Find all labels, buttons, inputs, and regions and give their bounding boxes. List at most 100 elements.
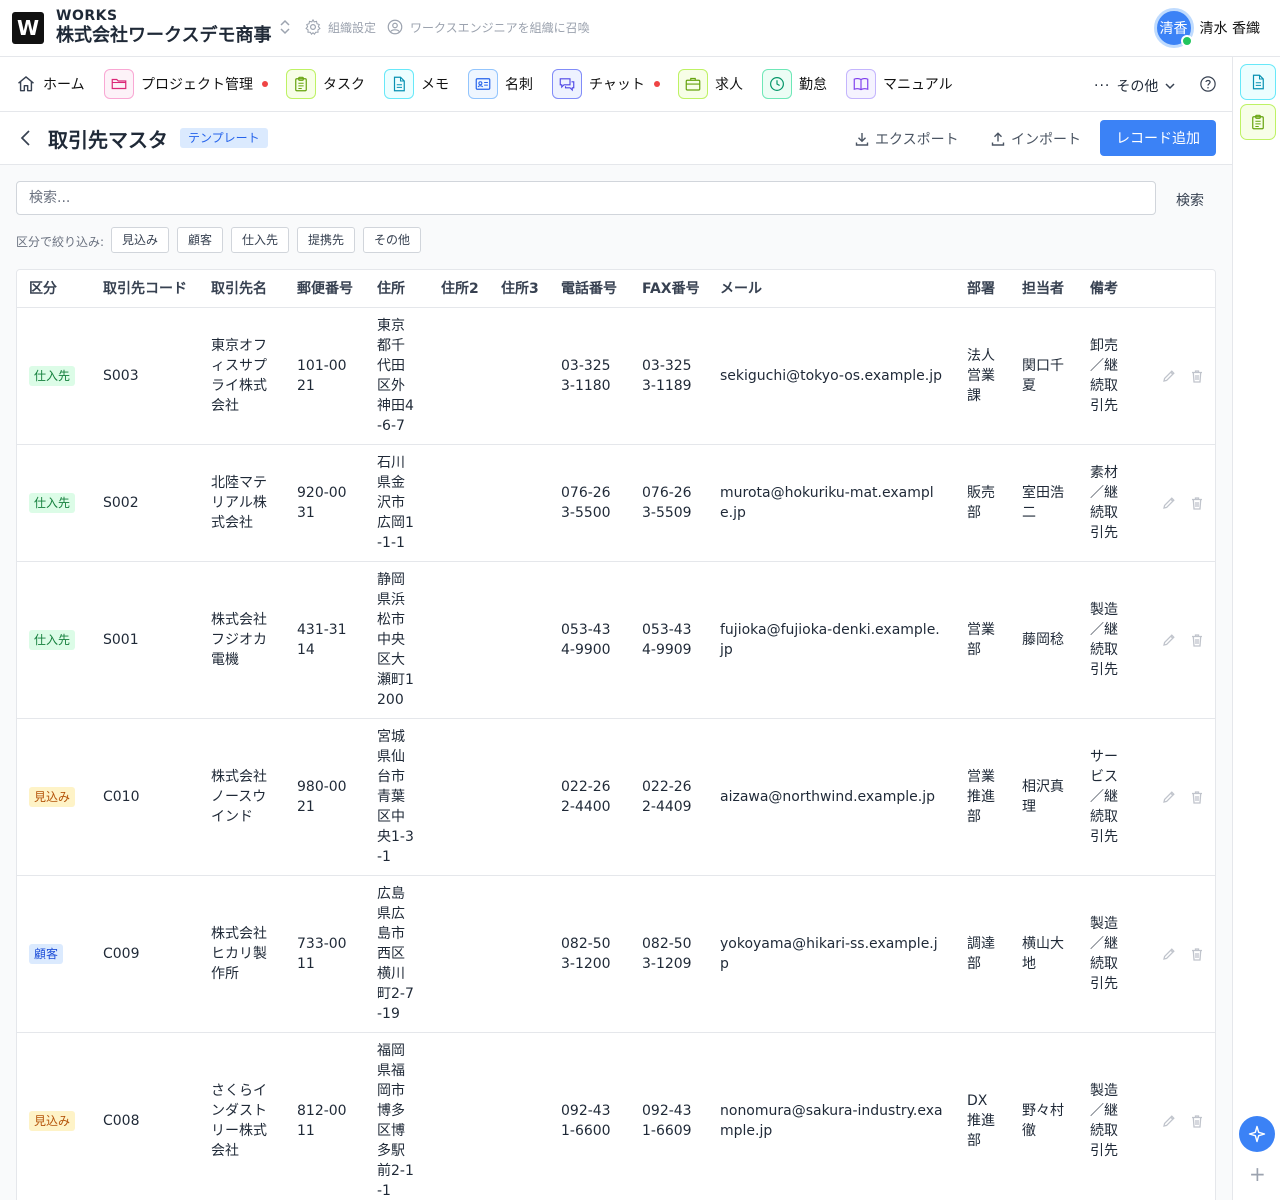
org-switcher-chevron-icon[interactable] [276,18,294,38]
col-note[interactable]: 備考 [1078,270,1136,308]
col-address2[interactable]: 住所2 [429,270,489,308]
cell-mail: murota@hokuriku-mat.example.jp [708,444,955,562]
cell-code: S001 [91,561,199,719]
page-title: 取引先マスタ [48,128,168,152]
pencil-icon[interactable] [1161,1113,1177,1129]
cell-address: 広島県広島市西区横川町2-7-19 [365,875,429,1033]
col-fax[interactable]: FAX番号 [630,270,708,308]
col-mail[interactable]: メール [708,270,955,308]
import-button[interactable]: インポート [990,129,1081,149]
trash-icon[interactable] [1189,495,1205,511]
search-input[interactable] [16,181,1156,215]
clipboard-icon [286,69,316,99]
cell-kind: 見込み [17,718,91,876]
trash-icon[interactable] [1189,946,1205,962]
cell-address2 [429,875,489,1033]
user-circle-icon [387,19,403,35]
more-dots-icon: ··· [1094,78,1111,94]
cell-code: S003 [91,307,199,445]
table-row[interactable]: 見込み C008 さくらインダストリー株式会社 812-0011 福岡県福岡市博… [17,1032,1215,1200]
filter-chip-partner[interactable]: 提携先 [297,227,356,253]
search-button[interactable]: 検索 [1176,190,1204,210]
chevron-down-icon [1165,83,1175,90]
kind-badge: 見込み [29,786,76,807]
ai-assistant-button[interactable] [1239,1116,1275,1152]
nav-project[interactable]: プロジェクト管理 [104,69,268,99]
user-menu[interactable]: 清香 清水 香織 [1153,8,1260,48]
table-row[interactable]: 仕入先 S003 東京オフィスサプライ株式会社 101-0021 東京都千代田区… [17,307,1215,445]
cell-address3 [489,1032,549,1200]
nav-memo[interactable]: メモ [384,69,449,99]
document-icon [1252,74,1264,90]
org-settings-link[interactable]: 組織設定 [304,18,376,36]
table-row[interactable]: 仕入先 S001 株式会社フジオカ電機 431-3114 静岡県浜松市中央区大瀬… [17,561,1215,719]
filter-chip-customer[interactable]: 顧客 [177,227,224,253]
table-row[interactable]: 仕入先 S002 北陸マテリアル株式会社 920-0031 石川県金沢市広岡1-… [17,444,1215,562]
nav-more-menu[interactable]: ··· その他 [1094,76,1176,96]
rail-memo-button[interactable] [1240,64,1276,100]
col-dept[interactable]: 部署 [955,270,1010,308]
col-kind[interactable]: 区分 [17,270,91,308]
col-address3[interactable]: 住所3 [489,270,549,308]
rail-task-button[interactable] [1240,104,1276,140]
add-record-button[interactable]: レコード追加 [1100,120,1216,156]
brand: WORKS 株式会社ワークスデモ商事 [56,7,271,47]
kind-badge: 見込み [29,1110,76,1131]
nav-jobs[interactable]: 求人 [678,69,743,99]
company-name[interactable]: 株式会社ワークスデモ商事 [56,25,271,47]
col-person[interactable]: 担当者 [1010,270,1078,308]
pencil-icon[interactable] [1161,789,1177,805]
avatar[interactable]: 清香 [1153,8,1194,48]
col-tel[interactable]: 電話番号 [549,270,630,308]
brand-name: WORKS [56,8,118,24]
nav-home[interactable]: ホーム [16,69,85,99]
cell-tel: 053-434-9900 [549,561,630,719]
trash-icon[interactable] [1189,368,1205,384]
pencil-icon[interactable] [1161,495,1177,511]
cell-dept: DX推進部 [955,1032,1010,1200]
nav-home-label: ホーム [43,77,85,93]
kind-badge: 顧客 [29,943,64,964]
cell-person: 室田浩二 [1010,444,1078,562]
pencil-icon[interactable] [1161,946,1177,962]
cell-person: 野々村徹 [1010,1032,1078,1200]
clock-icon [762,69,792,99]
table-row[interactable]: 顧客 C009 株式会社ヒカリ製作所 733-0011 広島県広島市西区横川町2… [17,875,1215,1033]
cell-address2 [429,444,489,562]
nav-task[interactable]: タスク [286,69,365,99]
cell-address: 石川県金沢市広岡1-1-1 [365,444,429,562]
cell-address: 宮城県仙台市青葉区中央1-3-1 [365,718,429,876]
cell-note: 製造／継続取引先 [1078,561,1136,719]
trash-icon[interactable] [1189,789,1205,805]
nav-chat[interactable]: チャット [552,69,660,99]
col-code[interactable]: 取引先コード [91,270,199,308]
table-row[interactable]: 見込み C010 株式会社ノースウインド 980-0021 宮城県仙台市青葉区中… [17,718,1215,876]
nav-attendance[interactable]: 勤怠 [762,69,827,99]
filter-chip-prospect[interactable]: 見込み [111,227,170,253]
table: 区分 取引先コード 取引先名 郵便番号 住所 住所2 住所3 電話番号 FAX番… [17,270,1215,1200]
pencil-icon[interactable] [1161,368,1177,384]
nav-manual[interactable]: マニュアル [846,69,953,99]
filter-chip-other[interactable]: その他 [363,227,422,253]
invite-engineer-link[interactable]: ワークスエンジニアを組織に召喚 [386,18,590,36]
app-logo[interactable]: W [12,12,44,44]
col-zip[interactable]: 郵便番号 [285,270,365,308]
cell-address3 [489,718,549,876]
import-label: インポート [1011,132,1081,148]
cell-fax: 092-431-6609 [630,1032,708,1200]
cell-code: C009 [91,875,199,1033]
add-panel-plus-icon[interactable]: + [1249,1164,1266,1184]
cell-kind: 仕入先 [17,307,91,445]
cell-note: 製造／継続取引先 [1078,875,1136,1033]
trash-icon[interactable] [1189,1113,1205,1129]
filter-chip-supplier[interactable]: 仕入先 [231,227,290,253]
back-chevron-icon[interactable] [18,129,34,147]
pencil-icon[interactable] [1161,632,1177,648]
trash-icon[interactable] [1189,632,1205,648]
nav-business-card[interactable]: 名刺 [468,69,533,99]
col-name[interactable]: 取引先名 [199,270,285,308]
cell-name: 東京オフィスサプライ株式会社 [199,307,285,445]
help-icon[interactable] [1199,75,1217,93]
export-button[interactable]: エクスポート [854,129,959,149]
col-address[interactable]: 住所 [365,270,429,308]
